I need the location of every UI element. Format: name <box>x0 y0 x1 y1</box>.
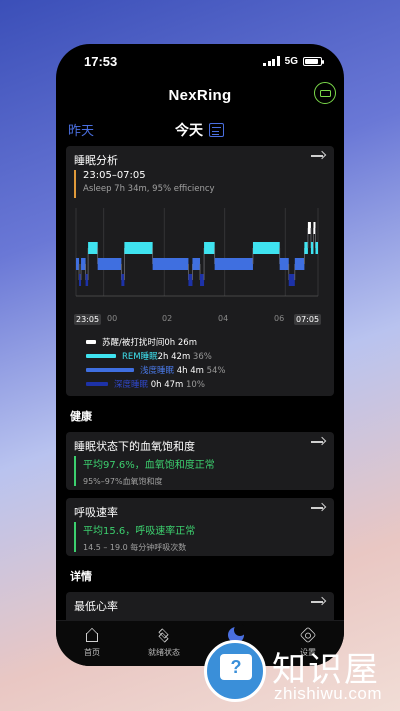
respiration-card[interactable]: 呼吸速率 平均15.6，呼吸速率正常 14.5 – 19.0 每分钟呼吸次数 <box>66 498 334 556</box>
sleep-stage-bar <box>188 274 193 286</box>
card-title: 睡眠分析 <box>74 154 118 167</box>
x-axis-labels: 23:05 00 02 04 06 07:05 <box>66 314 334 330</box>
sleep-stage-bar <box>124 242 153 254</box>
nav-label: 就绪状态 <box>148 648 180 657</box>
x-start-label: 23:05 <box>74 314 102 325</box>
sleep-stage-bar <box>152 258 189 270</box>
legend-label: 苏醒/被打扰时间 <box>102 338 165 348</box>
tab-today-label: 今天 <box>175 123 203 139</box>
card-title: 呼吸速率 <box>74 506 118 519</box>
sleep-stage-bar <box>76 258 80 270</box>
arrow-right-icon[interactable] <box>311 598 325 606</box>
ring-battery-button[interactable] <box>314 82 336 104</box>
sleep-stage-bar <box>97 258 122 270</box>
sleep-stage-bar <box>81 258 86 270</box>
legend-label: 浅度睡眠 <box>140 366 175 376</box>
watermark-logo: ? <box>204 640 266 702</box>
legend-awake: 苏醒/被打扰时间0h 26m <box>66 336 334 350</box>
clock: 17:53 <box>84 53 118 69</box>
sleep-time-range: 23:05–07:05 <box>83 170 146 181</box>
sleep-analysis-card[interactable]: 睡眠分析 23:05–07:05 Asleep 7h 34m, 95% effi… <box>66 146 334 396</box>
nav-home[interactable]: 首页 <box>56 621 128 666</box>
card-title: 睡眠状态下的血氧饱和度 <box>74 440 195 453</box>
status-bar: 17:53 5G <box>56 44 344 78</box>
day-tabs: 昨天 今天 <box>56 112 344 148</box>
calendar-icon[interactable] <box>209 123 224 137</box>
site-watermark: ? 知识屋 zhishiwu.com <box>200 640 400 711</box>
health-heading: 健康 <box>70 410 92 423</box>
sleep-stage-bar <box>204 242 215 254</box>
sleep-stage-bar <box>304 242 308 254</box>
respiration-main: 平均15.6，呼吸速率正常 <box>83 526 196 537</box>
spo2-main: 平均97.6%，血氧饱和度正常 <box>83 460 215 471</box>
sleep-stage-bar <box>279 258 289 270</box>
x-tick-label: 02 <box>162 314 173 323</box>
tab-today[interactable]: 今天 <box>175 120 224 148</box>
legend-swatch <box>86 340 96 344</box>
details-heading: 详情 <box>70 570 92 583</box>
nav-label: 首页 <box>84 648 100 657</box>
sleep-summary-text: Asleep 7h 34m, 95% efficiency <box>83 184 215 194</box>
arrow-right-icon[interactable] <box>311 438 325 446</box>
respiration-sub: 14.5 – 19.0 每分钟呼吸次数 <box>83 543 187 552</box>
home-icon <box>84 627 100 643</box>
legend-value: 2h 42m <box>157 352 191 362</box>
legend-value: 0h 47m <box>150 380 184 390</box>
sleep-stage-bar <box>307 222 311 234</box>
legend-label: REM睡眠 <box>122 352 158 362</box>
legend-light: 浅度睡眠 4h 4m 54% <box>66 364 334 378</box>
hypnogram-svg <box>75 208 319 297</box>
sleep-stage-bar <box>88 242 98 254</box>
x-end-label: 07:05 <box>294 314 322 325</box>
sleep-stage-bar <box>315 242 318 254</box>
x-tick-label: 00 <box>107 314 118 323</box>
hypnogram-chart <box>66 204 334 314</box>
legend-percent: 10% <box>186 380 205 390</box>
app-bar: NexRing <box>56 78 344 112</box>
sleep-legend: 苏醒/被打扰时间0h 26m REM睡眠2h 42m 36% 浅度睡眠 4h 4… <box>66 330 334 400</box>
sleep-stage-bar <box>294 258 305 270</box>
layers-icon <box>156 627 172 643</box>
signal-icon <box>263 56 280 66</box>
respiration-body: 平均15.6，呼吸速率正常 14.5 – 19.0 每分钟呼吸次数 <box>74 522 326 552</box>
phone-screen: 17:53 5G NexRing 昨天 今天 睡眠分析 23:05–07:05 … <box>56 44 344 666</box>
sleep-summary: 23:05–07:05 Asleep 7h 34m, 95% efficienc… <box>74 170 326 198</box>
network-type: 5G <box>284 55 298 67</box>
sleep-stage-bar <box>252 242 280 254</box>
legend-deep: 深度睡眠 0h 47m 10% <box>66 378 334 392</box>
nav-readiness[interactable]: 就绪状态 <box>128 621 200 666</box>
legend-swatch <box>86 382 108 386</box>
watermark-url: zhishiwu.com <box>274 684 383 703</box>
sleep-stage-bar <box>200 274 205 286</box>
ring-battery-icon <box>319 89 331 97</box>
tab-yesterday[interactable]: 昨天 <box>68 120 94 139</box>
legend-percent: 54% <box>206 366 226 376</box>
battery-icon <box>303 56 324 66</box>
legend-swatch <box>86 354 116 358</box>
min-heart-rate-card[interactable]: 最低心率 <box>66 592 334 620</box>
sleep-stage-bar <box>121 274 125 286</box>
content-scroll[interactable]: 睡眠分析 23:05–07:05 Asleep 7h 34m, 95% effi… <box>56 146 344 620</box>
sleep-stage-bar <box>288 274 295 286</box>
spo2-sub: 95%–97%血氧饱和度 <box>83 477 163 486</box>
app-title: NexRing <box>168 86 232 104</box>
legend-label: 深度睡眠 <box>114 380 149 390</box>
arrow-right-icon[interactable] <box>311 504 325 512</box>
arrow-right-icon[interactable] <box>311 152 325 160</box>
spo2-body: 平均97.6%，血氧饱和度正常 95%–97%血氧饱和度 <box>74 456 326 486</box>
legend-value: 0h 26m <box>164 338 197 348</box>
card-title: 最低心率 <box>74 600 118 613</box>
sleep-stage-bar <box>192 258 201 270</box>
x-tick-label: 06 <box>274 314 285 323</box>
legend-value: 4h 4m <box>176 366 204 376</box>
status-icons: 5G <box>263 55 324 67</box>
legend-swatch <box>86 368 134 372</box>
legend-percent: 36% <box>192 352 212 362</box>
spo2-card[interactable]: 睡眠状态下的血氧饱和度 平均97.6%，血氧饱和度正常 95%–97%血氧饱和度 <box>66 432 334 490</box>
legend-rem: REM睡眠2h 42m 36% <box>66 350 334 364</box>
x-tick-label: 04 <box>218 314 229 323</box>
sleep-stage-bar <box>214 258 253 270</box>
